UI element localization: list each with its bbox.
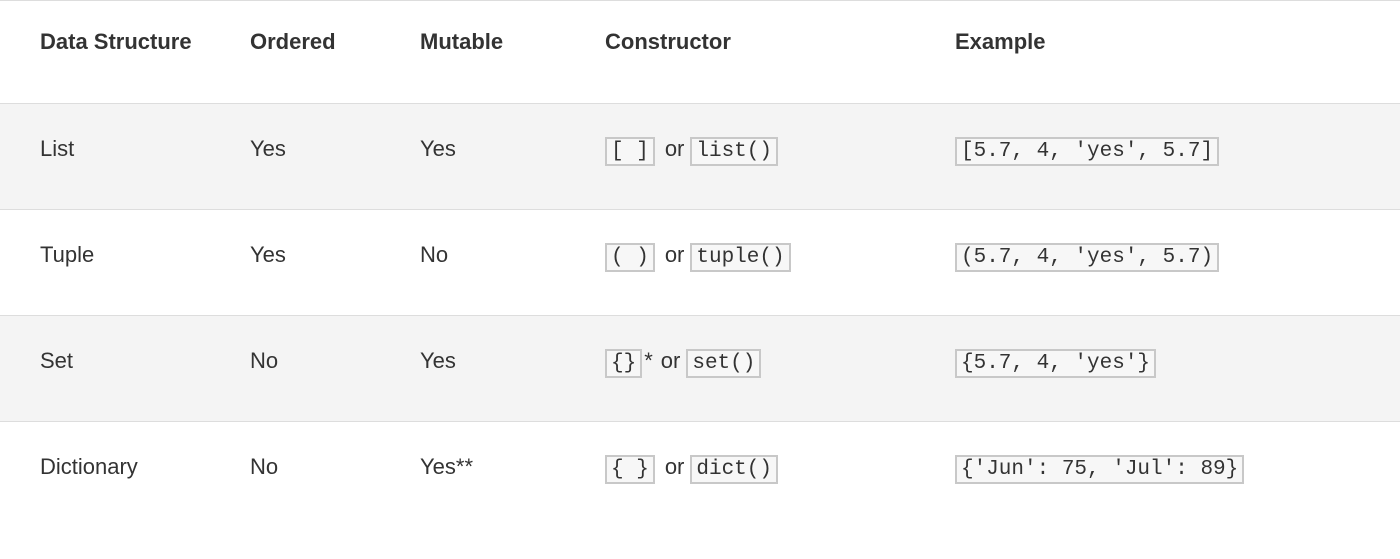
header-constructor: Constructor <box>565 1 915 104</box>
header-example: Example <box>915 1 1400 104</box>
header-data-structure: Data Structure <box>0 1 210 104</box>
constructor-literal-code: {} <box>605 349 642 378</box>
cell-constructor: ( )ortuple() <box>565 210 915 316</box>
cell-name: Dictionary <box>0 422 210 514</box>
cell-example: (5.7, 4, 'yes', 5.7) <box>915 210 1400 316</box>
cell-example: {5.7, 4, 'yes'} <box>915 316 1400 422</box>
header-mutable: Mutable <box>380 1 565 104</box>
constructor-fn-code: dict() <box>690 455 778 484</box>
cell-ordered: No <box>210 422 380 514</box>
cell-mutable: Yes <box>380 104 565 210</box>
cell-constructor: [ ]orlist() <box>565 104 915 210</box>
cell-example: [5.7, 4, 'yes', 5.7] <box>915 104 1400 210</box>
example-code: [5.7, 4, 'yes', 5.7] <box>955 137 1219 166</box>
constructor-literal-code: { } <box>605 455 655 484</box>
constructor-suffix: * <box>642 348 655 373</box>
table-header-row: Data Structure Ordered Mutable Construct… <box>0 1 1400 104</box>
constructor-literal-code: [ ] <box>605 137 655 166</box>
constructor-literal-code: ( ) <box>605 243 655 272</box>
constructor-or: or <box>659 454 691 479</box>
example-code: {5.7, 4, 'yes'} <box>955 349 1156 378</box>
header-ordered: Ordered <box>210 1 380 104</box>
constructor-fn-code: tuple() <box>690 243 790 272</box>
data-structures-table: Data Structure Ordered Mutable Construct… <box>0 0 1400 513</box>
constructor-fn-code: list() <box>690 137 778 166</box>
table-row: Set No Yes {}*orset() {5.7, 4, 'yes'} <box>0 316 1400 422</box>
cell-ordered: Yes <box>210 104 380 210</box>
cell-mutable: Yes <box>380 316 565 422</box>
cell-constructor: { }ordict() <box>565 422 915 514</box>
constructor-or: or <box>655 348 687 373</box>
cell-name: Tuple <box>0 210 210 316</box>
example-code: (5.7, 4, 'yes', 5.7) <box>955 243 1219 272</box>
constructor-or: or <box>659 136 691 161</box>
cell-mutable: No <box>380 210 565 316</box>
table-row: List Yes Yes [ ]orlist() [5.7, 4, 'yes',… <box>0 104 1400 210</box>
cell-example: {'Jun': 75, 'Jul': 89} <box>915 422 1400 514</box>
cell-mutable: Yes** <box>380 422 565 514</box>
cell-name: List <box>0 104 210 210</box>
cell-constructor: {}*orset() <box>565 316 915 422</box>
constructor-or: or <box>659 242 691 267</box>
constructor-fn-code: set() <box>686 349 761 378</box>
table-row: Dictionary No Yes** { }ordict() {'Jun': … <box>0 422 1400 514</box>
cell-ordered: Yes <box>210 210 380 316</box>
example-code: {'Jun': 75, 'Jul': 89} <box>955 455 1244 484</box>
cell-ordered: No <box>210 316 380 422</box>
table-row: Tuple Yes No ( )ortuple() (5.7, 4, 'yes'… <box>0 210 1400 316</box>
cell-name: Set <box>0 316 210 422</box>
